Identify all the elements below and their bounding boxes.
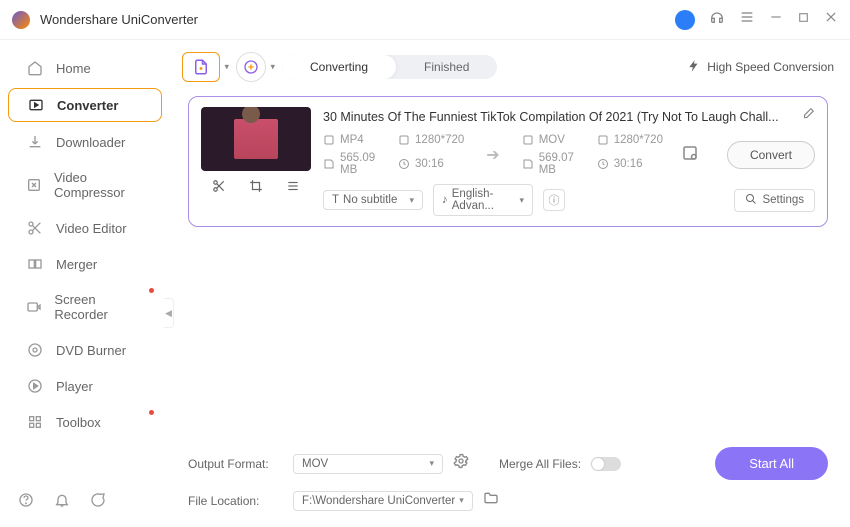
file-title: 30 Minutes Of The Funniest TikTok Compil…: [323, 110, 793, 124]
title-bar: Wondershare UniConverter: [0, 0, 850, 40]
help-icon[interactable]: [18, 492, 34, 513]
feedback-icon[interactable]: [90, 492, 106, 513]
converter-icon: [27, 97, 45, 113]
maximize-icon[interactable]: [797, 11, 810, 29]
chevron-down-icon: ▾: [459, 495, 464, 506]
app-title: Wondershare UniConverter: [40, 12, 675, 27]
magnify-icon: [745, 193, 757, 208]
file-location-select[interactable]: F:\Wondershare UniConverter ▾: [293, 491, 473, 511]
sidebar-item-downloader[interactable]: Downloader: [8, 126, 162, 158]
chevron-down-icon: ▾: [409, 195, 414, 206]
grid-icon: [26, 414, 44, 430]
file-card: 30 Minutes Of The Funniest TikTok Compil…: [188, 96, 828, 227]
notification-dot: [149, 410, 154, 415]
sidebar-item-converter[interactable]: Converter: [8, 88, 162, 122]
menu-icon[interactable]: [739, 9, 755, 30]
high-speed-toggle[interactable]: High Speed Conversion: [687, 59, 834, 76]
sidebar-item-editor[interactable]: Video Editor: [8, 212, 162, 244]
sidebar: Home Converter Downloader Video Compress…: [0, 40, 170, 527]
sidebar-item-label: Video Editor: [56, 221, 127, 236]
tab-finished[interactable]: Finished: [396, 55, 497, 79]
user-avatar[interactable]: [675, 10, 695, 30]
trim-icon[interactable]: [212, 179, 226, 198]
sidebar-item-label: Converter: [57, 98, 118, 113]
tabs: Converting Finished: [282, 55, 497, 79]
sidebar-item-label: Merger: [56, 257, 97, 272]
sidebar-item-home[interactable]: Home: [8, 52, 162, 84]
scissors-icon: [26, 220, 44, 236]
sidebar-item-label: Toolbox: [56, 415, 101, 430]
arrow-icon: ➔: [482, 145, 503, 165]
compress-icon: [26, 177, 42, 193]
headset-icon[interactable]: [709, 9, 725, 30]
sidebar-item-label: DVD Burner: [56, 343, 126, 358]
sidebar-item-label: Video Compressor: [54, 170, 144, 200]
video-thumbnail[interactable]: [201, 107, 311, 171]
disc-icon: [26, 342, 44, 358]
content-area: ◀ ▾ ▾ Converting Finished High Speed Con…: [170, 40, 850, 527]
sidebar-item-compressor[interactable]: Video Compressor: [8, 162, 162, 208]
convert-button[interactable]: Convert: [727, 141, 815, 169]
subtitle-select[interactable]: T No subtitle ▾: [323, 190, 423, 210]
input-properties: MP4 1280*720 565.09 MB 30:16: [323, 134, 464, 176]
bell-icon[interactable]: [54, 492, 70, 513]
effects-icon[interactable]: [286, 179, 300, 198]
sidebar-collapse-handle[interactable]: ◀: [164, 298, 174, 328]
merge-icon: [26, 256, 44, 272]
format-settings-icon[interactable]: [453, 453, 469, 474]
download-icon: [26, 134, 44, 150]
sidebar-item-recorder[interactable]: Screen Recorder: [8, 284, 162, 330]
bolt-icon: [687, 59, 701, 76]
sidebar-item-dvd[interactable]: DVD Burner: [8, 334, 162, 366]
chevron-down-icon: ▾: [224, 62, 229, 73]
play-icon: [26, 378, 44, 394]
sidebar-item-label: Screen Recorder: [54, 292, 144, 322]
sidebar-item-label: Player: [56, 379, 93, 394]
close-icon[interactable]: [824, 10, 838, 29]
open-folder-icon[interactable]: [483, 490, 499, 511]
rename-icon[interactable]: [801, 107, 815, 126]
minimize-icon[interactable]: [769, 10, 783, 29]
add-file-button[interactable]: ▾: [182, 52, 220, 82]
output-settings-icon[interactable]: [681, 144, 699, 167]
merge-label: Merge All Files:: [499, 457, 581, 471]
record-icon: [26, 299, 42, 315]
chevron-down-icon: ▾: [429, 458, 434, 469]
file-location-label: File Location:: [188, 494, 283, 508]
output-format-label: Output Format:: [188, 457, 283, 471]
sidebar-item-merger[interactable]: Merger: [8, 248, 162, 280]
high-speed-label: High Speed Conversion: [707, 60, 834, 74]
sidebar-item-label: Home: [56, 61, 91, 76]
subtitle-icon: T: [332, 194, 339, 206]
tab-converting[interactable]: Converting: [282, 55, 396, 79]
home-icon: [26, 60, 44, 76]
audio-select[interactable]: ♪ English-Advan... ▾: [433, 184, 533, 216]
settings-button[interactable]: Settings: [734, 189, 815, 212]
crop-icon[interactable]: [249, 179, 263, 198]
sidebar-item-toolbox[interactable]: Toolbox: [8, 406, 162, 438]
chevron-down-icon: ▾: [519, 195, 524, 206]
chevron-down-icon: ▾: [270, 62, 275, 73]
merge-toggle[interactable]: [591, 457, 621, 471]
info-icon[interactable]: ⓘ: [543, 189, 565, 211]
sidebar-item-label: Downloader: [56, 135, 125, 150]
output-format-select[interactable]: MOV ▾: [293, 454, 443, 474]
notification-dot: [149, 288, 154, 293]
app-logo: [12, 11, 30, 29]
sidebar-item-player[interactable]: Player: [8, 370, 162, 402]
add-more-button[interactable]: ▾: [236, 52, 266, 82]
output-properties: MOV 1280*720 569.07 MB 30:16: [522, 134, 663, 176]
start-all-button[interactable]: Start All: [715, 447, 828, 480]
audio-icon: ♪: [442, 194, 448, 206]
